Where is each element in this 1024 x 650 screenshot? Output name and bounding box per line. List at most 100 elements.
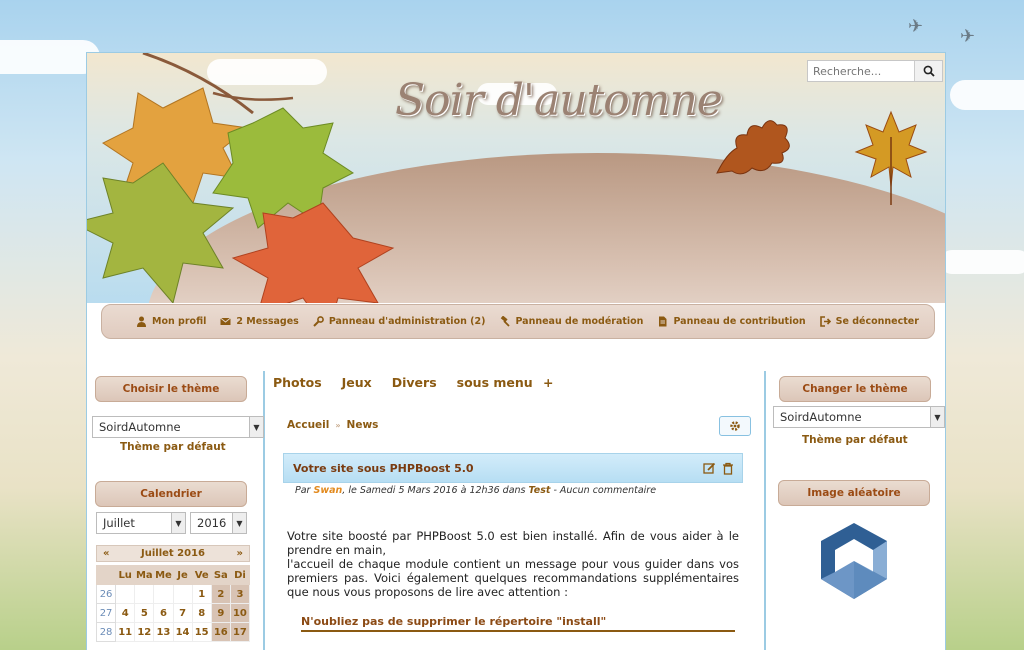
theme-select-right[interactable]: SoirdAutomne ▼ bbox=[773, 406, 945, 428]
menu-link-jeux[interactable]: Jeux bbox=[342, 375, 372, 390]
menu-moderation-panel[interactable]: Panneau de modération bbox=[499, 316, 643, 327]
column-divider bbox=[263, 371, 265, 650]
main-menu: Photos Jeux Divers sous menu + bbox=[273, 375, 554, 390]
month-select-value: Juillet bbox=[103, 516, 135, 530]
calendar-day[interactable]: 10 bbox=[229, 603, 251, 623]
envelope-icon bbox=[220, 317, 232, 325]
news-tools bbox=[703, 462, 734, 475]
calendar-day[interactable]: 1 bbox=[191, 584, 212, 604]
calendar-day[interactable]: 3 bbox=[229, 584, 251, 604]
menu-link-sous-menu[interactable]: sous menu + bbox=[457, 375, 554, 390]
year-select[interactable]: 2016 ▼ bbox=[190, 512, 247, 534]
default-theme-link[interactable]: Thème par défaut bbox=[802, 434, 908, 446]
weekday-label: Lu bbox=[115, 565, 136, 585]
news-body: Votre site boosté par PHPBoost 5.0 est b… bbox=[287, 529, 739, 599]
maple-leaves-icon bbox=[87, 53, 395, 303]
calendar-prev-button[interactable]: « bbox=[103, 548, 109, 559]
bird-icon: ✈ bbox=[960, 26, 976, 47]
weekday-label: Me bbox=[153, 565, 174, 585]
settings-button[interactable] bbox=[719, 416, 751, 436]
menu-logout[interactable]: Se déconnecter bbox=[819, 316, 919, 327]
calendar-weekday-row: Lu Ma Me Je Ve Sa Di bbox=[95, 565, 251, 585]
breadcrumb-news[interactable]: News bbox=[347, 419, 379, 431]
file-icon bbox=[659, 316, 667, 327]
calendar-corner bbox=[95, 565, 117, 585]
calendar-day bbox=[134, 584, 155, 604]
calendar-day[interactable]: 15 bbox=[191, 622, 212, 642]
calendar-day[interactable]: 12 bbox=[134, 622, 155, 642]
chevron-down-icon: ▼ bbox=[232, 513, 246, 533]
chevron-down-icon: ▼ bbox=[930, 407, 944, 427]
search-input[interactable] bbox=[808, 61, 914, 81]
oak-leaf-icon bbox=[716, 120, 790, 175]
calendar-day[interactable]: 5 bbox=[134, 603, 155, 623]
theme-select[interactable]: SoirdAutomne ▼ bbox=[92, 416, 264, 438]
chevron-down-icon: ▼ bbox=[249, 417, 263, 437]
calendar-day[interactable]: 8 bbox=[191, 603, 212, 623]
user-menu: Mon profil 2 Messages Panneau d'administ… bbox=[101, 304, 935, 339]
calendar-day[interactable]: 14 bbox=[172, 622, 193, 642]
random-image-title: Image aléatoire bbox=[778, 480, 930, 506]
edit-icon[interactable] bbox=[703, 462, 716, 475]
calendar-day[interactable]: 17 bbox=[229, 622, 251, 642]
right-column: Changer le thème SoirdAutomne ▼ Thème pa… bbox=[767, 371, 945, 650]
menu-label: Se déconnecter bbox=[835, 316, 919, 327]
search-form bbox=[807, 60, 943, 82]
plus-icon: + bbox=[543, 375, 554, 390]
calendar-title: Calendrier bbox=[95, 481, 247, 507]
menu-link-divers[interactable]: Divers bbox=[392, 375, 437, 390]
menu-messages[interactable]: 2 Messages bbox=[220, 316, 299, 327]
menu-mon-profil[interactable]: Mon profil bbox=[136, 316, 206, 327]
news-paragraph: Votre site boosté par PHPBoost 5.0 est b… bbox=[287, 529, 739, 557]
calendar-next-button[interactable]: » bbox=[237, 548, 243, 559]
main-content: Photos Jeux Divers sous menu + Accueil »… bbox=[267, 371, 763, 650]
search-button[interactable] bbox=[914, 61, 942, 81]
calendar-day bbox=[172, 584, 193, 604]
gavel-icon bbox=[501, 316, 511, 327]
choose-theme-title: Choisir le thème bbox=[95, 376, 247, 402]
trash-icon[interactable] bbox=[722, 462, 734, 475]
calendar-day[interactable]: 4 bbox=[115, 603, 136, 623]
breadcrumb-separator: » bbox=[335, 420, 341, 430]
news-title-bar: Votre site sous PHPBoost 5.0 bbox=[283, 453, 743, 483]
default-theme-link[interactable]: Thème par défaut bbox=[120, 441, 226, 453]
menu-link-photos[interactable]: Photos bbox=[273, 375, 322, 390]
news-category-link[interactable]: Test bbox=[529, 485, 551, 496]
site-title[interactable]: Soir d'automne bbox=[395, 75, 723, 126]
calendar-day[interactable]: 9 bbox=[210, 603, 231, 623]
month-select[interactable]: Juillet ▼ bbox=[96, 512, 186, 534]
calendar-day bbox=[115, 584, 136, 604]
menu-label: 2 Messages bbox=[236, 316, 299, 327]
calendar-day[interactable]: 11 bbox=[115, 622, 136, 642]
bird-icon: ✈ bbox=[908, 16, 924, 37]
news-title[interactable]: Votre site sous PHPBoost 5.0 bbox=[293, 462, 474, 475]
column-divider bbox=[764, 371, 766, 650]
calendar-day[interactable]: 2 bbox=[210, 584, 231, 604]
sign-out-icon bbox=[819, 316, 831, 327]
menu-label: Panneau de contribution bbox=[673, 316, 806, 327]
calendar-month-label: Juillet 2016 bbox=[141, 548, 205, 559]
news-paragraph: l'accueil de chaque module contient un m… bbox=[287, 557, 739, 599]
calendar-day[interactable]: 6 bbox=[153, 603, 174, 623]
calendar-day[interactable]: 13 bbox=[153, 622, 174, 642]
theme-select-value: SoirdAutomne bbox=[99, 420, 181, 434]
header: Soir d'automne bbox=[87, 53, 945, 303]
menu-admin-panel[interactable]: Panneau d'administration (2) bbox=[313, 316, 485, 327]
calendar-day[interactable]: 16 bbox=[210, 622, 231, 642]
calendar-header: « Juillet 2016 » bbox=[96, 545, 250, 562]
weekday-label: Ma bbox=[134, 565, 155, 585]
calendar-day[interactable]: 7 bbox=[172, 603, 193, 623]
search-icon bbox=[923, 65, 935, 77]
news-author-link[interactable]: Swan bbox=[313, 485, 342, 496]
maple-leaf-icon bbox=[854, 110, 928, 205]
meta-comments: - Aucun commentaire bbox=[550, 485, 657, 496]
breadcrumb-home[interactable]: Accueil bbox=[287, 419, 329, 431]
menu-contribution-panel[interactable]: Panneau de contribution bbox=[657, 316, 806, 327]
phpboost-logo-image[interactable] bbox=[817, 521, 891, 601]
calendar-week-row: 28 11 12 13 14 15 16 17 bbox=[95, 622, 251, 642]
site-container: Soir d'automne Mon profil bbox=[86, 52, 946, 650]
menu-label: Panneau de modération bbox=[515, 316, 644, 327]
weekday-label: Je bbox=[172, 565, 193, 585]
news-section-title: N'oubliez pas de supprimer le répertoire… bbox=[301, 615, 735, 632]
change-theme-title: Changer le thème bbox=[779, 376, 931, 402]
